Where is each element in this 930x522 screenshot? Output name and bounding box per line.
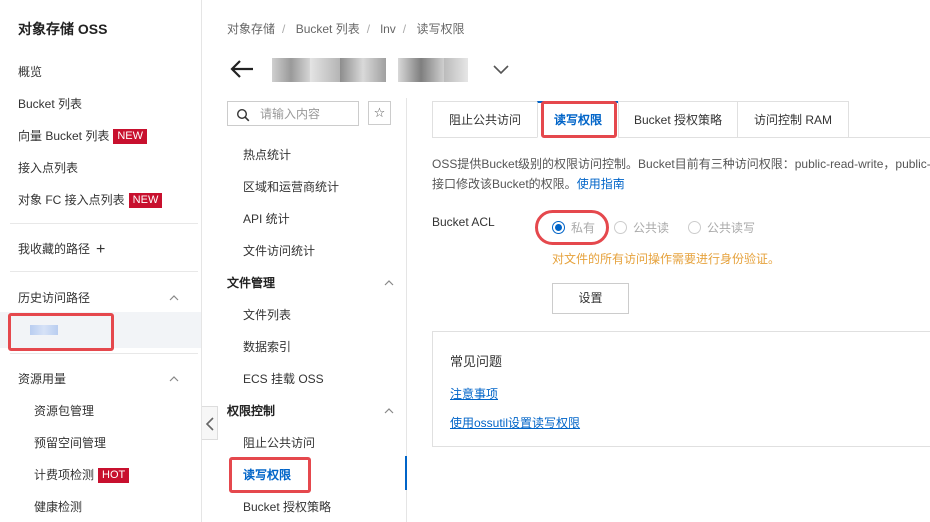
breadcrumb-bucket[interactable]: lnv (380, 22, 395, 36)
sidebar-item-label: 资源包管理 (34, 404, 95, 418)
description-line-2: 接口修改该Bucket的权限。 (432, 177, 577, 191)
breadcrumb-oss[interactable]: 对象存储 (227, 22, 275, 36)
sidebar-history-section[interactable]: 历史访问路径 (18, 288, 182, 308)
new-badge: NEW (128, 193, 163, 208)
sidebar-item-label: 对象 FC 接入点列表 (18, 193, 125, 207)
chevron-up-icon[interactable] (168, 288, 182, 308)
nav-item-block-public-access[interactable]: 阻止公共访问 (243, 433, 315, 453)
sidebar-item-label: 向量 Bucket 列表 (18, 129, 110, 143)
chevron-up-icon[interactable] (383, 273, 397, 293)
hot-badge: HOT (98, 468, 130, 483)
sidebar-title: 对象存储 OSS (18, 21, 108, 37)
highlight-box (8, 313, 114, 351)
nav-item-data-index[interactable]: 数据索引 (243, 337, 291, 357)
sidebar-item-bucket-list[interactable]: Bucket 列表 (18, 94, 82, 114)
nav-group-permissions[interactable]: 权限控制 (227, 401, 397, 421)
favorite-star-button[interactable]: ☆ (368, 101, 391, 125)
permission-tabs: 阻止公共访问 读写权限 Bucket 授权策略 访问控制 RAM (432, 101, 930, 138)
active-nav-indicator (405, 456, 407, 490)
nav-item-file-access-stats[interactable]: 文件访问统计 (243, 241, 315, 261)
chevron-up-icon[interactable] (168, 369, 182, 389)
radio-unchecked-icon (688, 221, 701, 234)
chevron-left-icon (205, 417, 214, 431)
sidebar-item-label: 预留空间管理 (34, 436, 107, 450)
sidebar-item-billing-check[interactable]: 计费项检测 HOT (34, 465, 130, 485)
nav-search[interactable] (227, 101, 359, 126)
nav-item-hot-stats[interactable]: 热点统计 (243, 145, 291, 165)
divider (10, 223, 198, 224)
highlight-ellipse (535, 210, 609, 245)
sidebar-item-label: 接入点列表 (18, 161, 79, 175)
sidebar-item-label: Bucket 列表 (18, 97, 83, 111)
new-badge: NEW (113, 129, 148, 144)
tab-bucket-policy[interactable]: Bucket 授权策略 (618, 101, 738, 138)
divider (10, 271, 198, 272)
highlight-box (229, 457, 311, 493)
nav-item-bucket-policy[interactable]: Bucket 授权策略 (243, 497, 331, 517)
tab-ram-access-control[interactable]: 访问控制 RAM (737, 101, 849, 138)
sidebar-item-resource-packages[interactable]: 资源包管理 (34, 401, 94, 421)
faq-link-ossutil[interactable]: 使用ossutil设置读写权限 (450, 414, 580, 431)
breadcrumb: 对象存储 / Bucket 列表 / lnv / 读写权限 (227, 22, 465, 36)
nav-item-api-stats[interactable]: API 统计 (243, 209, 290, 229)
sidebar-item-label: 健康检测 (34, 500, 83, 514)
sidebar-item-label: 概览 (18, 65, 43, 79)
nav-group-label: 文件管理 (227, 276, 276, 290)
acl-warning-text: 对文件的所有访问操作需要进行身份验证。 (552, 252, 781, 266)
nav-group-label: 权限控制 (227, 404, 276, 418)
sidebar-item-label: 计费项检测 (34, 468, 95, 482)
highlight-box (541, 101, 617, 138)
faq-panel: 常见问题 注意事项 使用ossutil设置读写权限 (432, 331, 930, 447)
acl-radio-public-read[interactable]: 公共读 (614, 219, 669, 237)
permission-description: OSS提供Bucket级别的权限访问控制。Bucket目前有三种访问权限：pub… (432, 154, 930, 194)
divider (10, 353, 198, 354)
history-label: 历史访问路径 (18, 291, 91, 305)
faq-title: 常见问题 (450, 354, 503, 369)
search-input[interactable] (260, 105, 354, 122)
sidebar-item-access-points[interactable]: 接入点列表 (18, 158, 78, 178)
sidebar-item-reserved-space[interactable]: 预留空间管理 (34, 433, 106, 453)
sidebar-favorites[interactable]: 我收藏的路径 + (18, 239, 105, 259)
breadcrumb-bucket-list[interactable]: Bucket 列表 (296, 22, 360, 36)
add-favorite-icon[interactable]: + (96, 241, 105, 258)
search-icon (236, 108, 250, 122)
tab-block-public-access[interactable]: 阻止公共访问 (432, 101, 538, 138)
nav-item-file-list[interactable]: 文件列表 (243, 305, 291, 325)
nav-group-file-management[interactable]: 文件管理 (227, 273, 397, 293)
back-arrow-icon[interactable] (228, 58, 256, 80)
usage-guide-link[interactable]: 使用指南 (577, 177, 625, 191)
sidebar-item-fc-access-points[interactable]: 对象 FC 接入点列表 NEW (18, 190, 163, 210)
description-line-1: OSS提供Bucket级别的权限访问控制。Bucket目前有三种访问权限：pub… (432, 157, 930, 171)
breadcrumb-current: 读写权限 (416, 22, 465, 36)
sidebar-item-overview[interactable]: 概览 (18, 62, 42, 82)
radio-label: 公共读 (633, 221, 670, 235)
nav-item-ecs-mount[interactable]: ECS 挂载 OSS (243, 369, 324, 389)
chevron-down-icon[interactable] (492, 62, 510, 76)
bucket-name-blurred (272, 58, 482, 82)
nav-item-region-stats[interactable]: 区域和运营商统计 (243, 177, 339, 197)
set-acl-button[interactable]: 设置 (552, 283, 629, 314)
faq-link-notes[interactable]: 注意事项 (450, 385, 498, 402)
acl-radio-public-read-write[interactable]: 公共读写 (688, 219, 755, 237)
chevron-up-icon[interactable] (383, 401, 397, 421)
sidebar-resource-section[interactable]: 资源用量 (18, 369, 182, 389)
bucket-acl-label: Bucket ACL (432, 215, 495, 229)
sidebar-item-health-check[interactable]: 健康检测 (34, 497, 82, 517)
favorites-label: 我收藏的路径 (18, 242, 91, 256)
radio-unchecked-icon (614, 221, 627, 234)
collapse-nav-button[interactable] (202, 406, 218, 440)
radio-label: 公共读写 (707, 221, 756, 235)
resource-label: 资源用量 (18, 372, 67, 386)
sidebar-item-vector-bucket-list[interactable]: 向量 Bucket 列表 NEW (18, 126, 148, 146)
